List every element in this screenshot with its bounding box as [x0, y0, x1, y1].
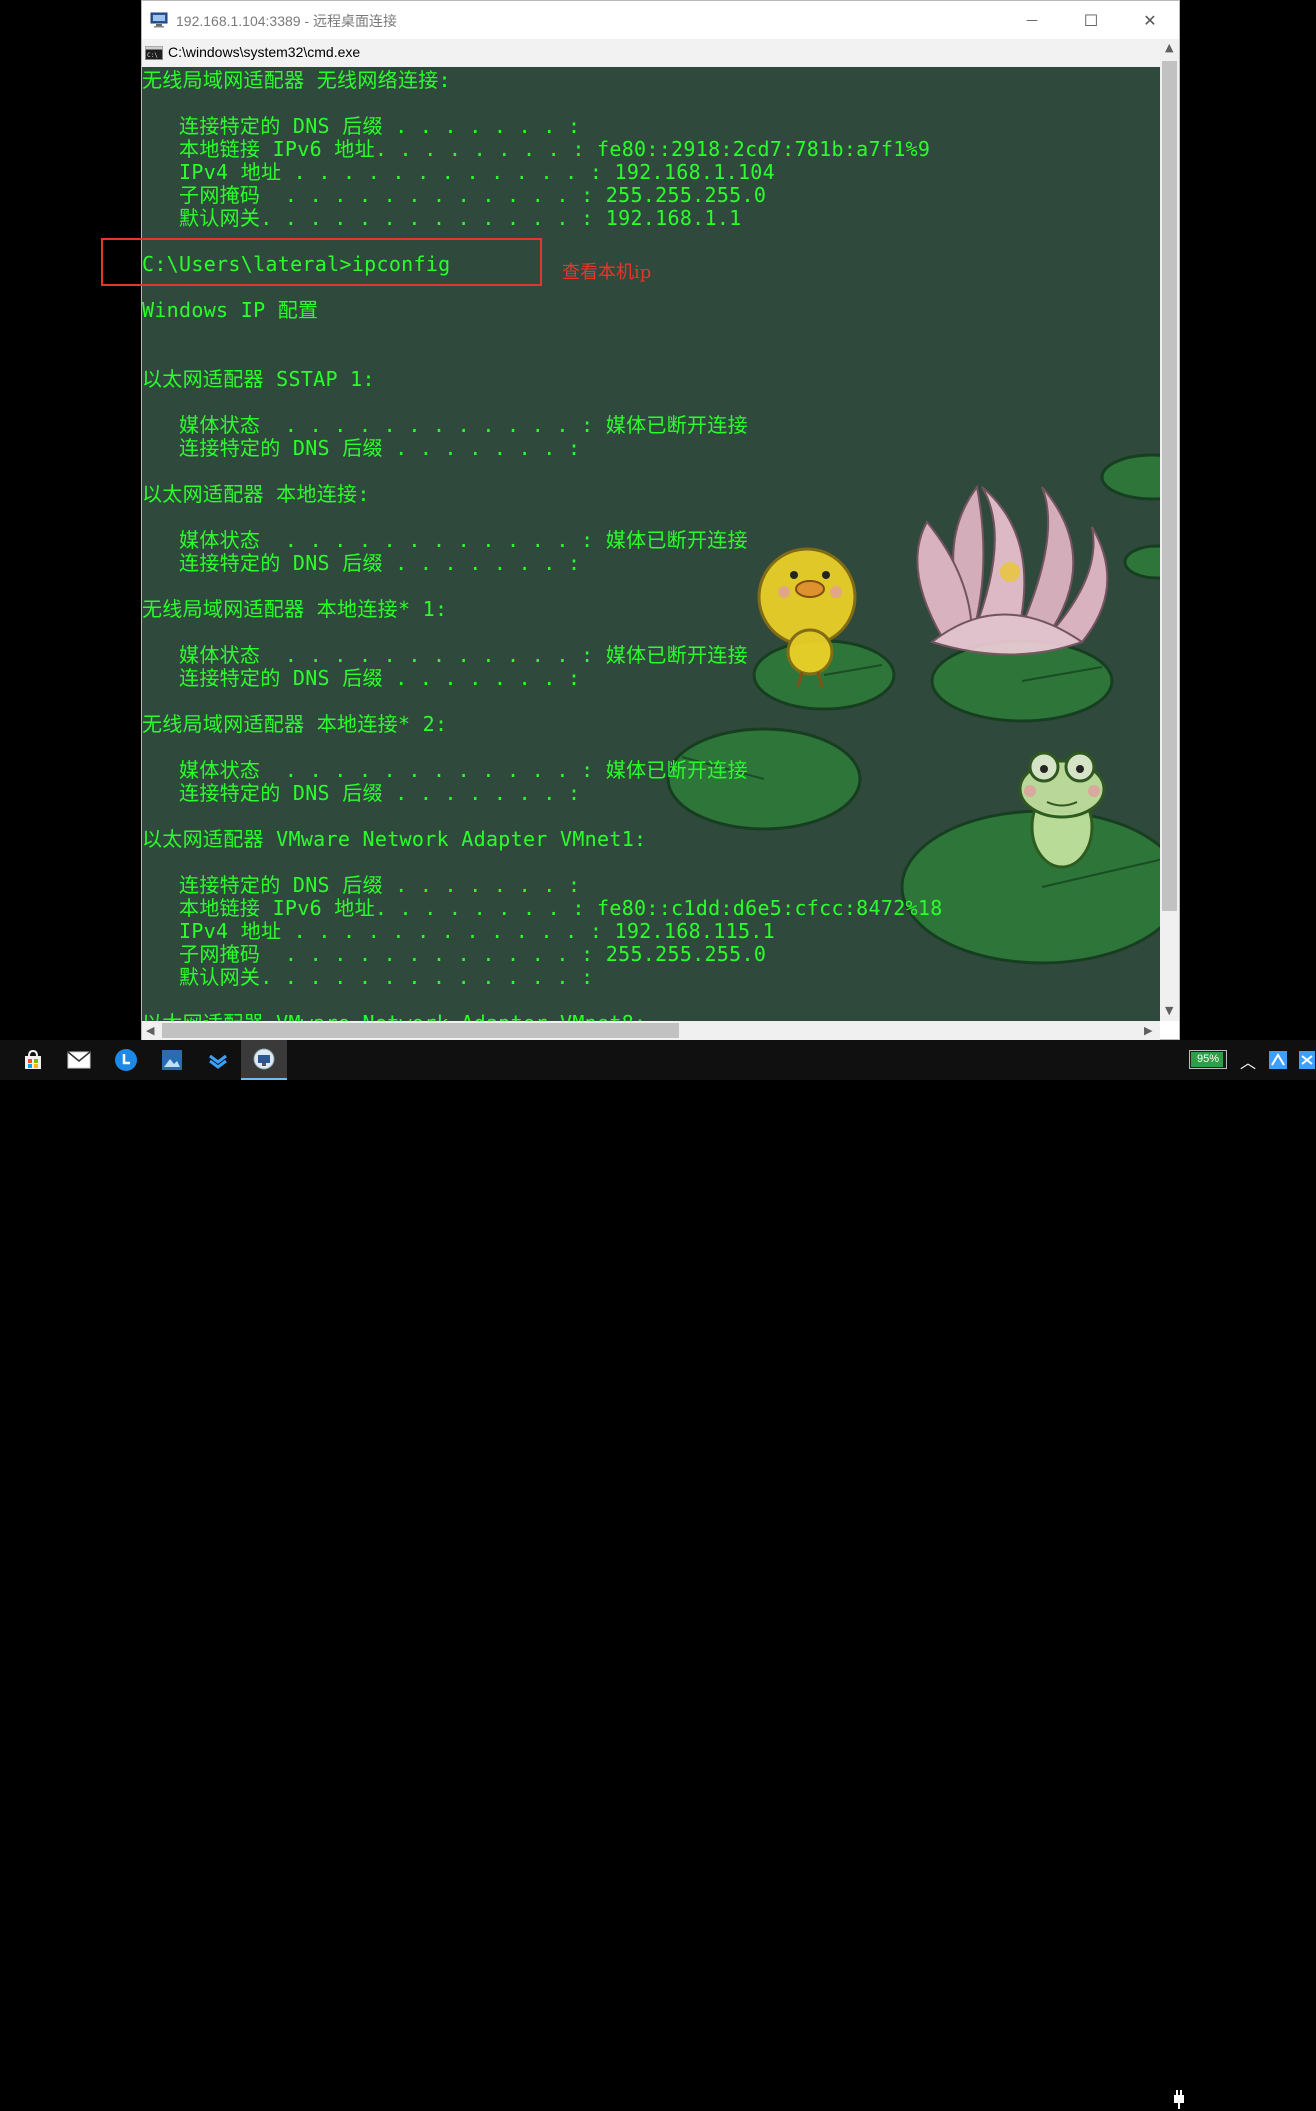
console-line: 本地链接 IPv6 地址. . . . . . . . : fe80::c1dd…	[142, 896, 943, 920]
vertical-scrollbar[interactable]: ▲ ▼	[1160, 39, 1179, 1021]
rdp-titlebar[interactable]: 192.168.1.104:3389 - 远程桌面连接 — ☐ ✕	[142, 1, 1179, 39]
remote-desktop-taskbar-button[interactable]	[241, 1040, 287, 1080]
mail-button[interactable]	[56, 1040, 102, 1080]
cmd-window-title: C:\windows\system32\cmd.exe	[168, 44, 361, 60]
battery-percent-label: 95%	[1196, 1053, 1220, 1065]
scroll-left-icon[interactable]: ◀	[146, 1024, 154, 1037]
horizontal-scrollbar[interactable]: ◀ ▶	[142, 1021, 1160, 1040]
scroll-right-icon[interactable]: ▶	[1144, 1024, 1152, 1037]
console-line: 连接特定的 DNS 后缀 . . . . . . . :	[142, 436, 581, 460]
console-line: 媒体状态 . . . . . . . . . . . . : 媒体已断开连接	[142, 413, 748, 437]
cmd-titlebar[interactable]: C:\ C:\windows\system32\cmd.exe	[142, 39, 1179, 67]
annotation-label: 查看本机ip	[562, 262, 652, 283]
remote-desktop-taskbar-icon	[253, 1048, 275, 1070]
terminal-output: 无线局域网适配器 无线网络连接: 连接特定的 DNS 后缀 . . . . . …	[142, 67, 1160, 1022]
console-line: 媒体状态 . . . . . . . . . . . . : 媒体已断开连接	[142, 758, 748, 782]
console-line: 默认网关. . . . . . . . . . . . . :	[142, 965, 594, 989]
console-line: 以太网适配器 VMware Network Adapter VMnet1:	[142, 827, 647, 851]
horizontal-scroll-thumb[interactable]	[162, 1023, 679, 1038]
console-line: 连接特定的 DNS 后缀 . . . . . . . :	[142, 666, 581, 690]
maximize-button[interactable]: ☐	[1062, 1, 1120, 39]
photo-app-button[interactable]	[149, 1040, 195, 1080]
tray-expand-icon[interactable]: ︿	[1240, 1049, 1256, 1073]
console-line: 以太网适配器 VMware Network Adapter VMnet8:	[142, 1012, 646, 1022]
console-line: 连接特定的 DNS 后缀 . . . . . . . :	[142, 551, 581, 575]
console-line: Windows IP 配置	[142, 298, 319, 322]
minimize-icon: —	[1026, 13, 1038, 27]
tray-app-icon[interactable]	[1268, 1050, 1288, 1070]
console-line: 连接特定的 DNS 后缀 . . . . . . . :	[142, 114, 581, 138]
console-line: 连接特定的 DNS 后缀 . . . . . . . :	[142, 781, 581, 805]
console-line: 以太网适配器 本地连接:	[142, 482, 370, 506]
store-button[interactable]	[10, 1040, 56, 1080]
cmd-icon: C:\	[145, 46, 163, 60]
close-icon: ✕	[1143, 10, 1157, 30]
svg-text:C:\: C:\	[147, 52, 158, 59]
console-line: 无线局域网适配器 本地连接* 1:	[142, 597, 448, 621]
console-line: 无线局域网适配器 本地连接* 2:	[142, 712, 448, 736]
download-app-icon	[209, 1054, 227, 1069]
close-button[interactable]: ✕	[1121, 1, 1179, 39]
mail-icon	[67, 1051, 91, 1069]
console-line: 子网掩码 . . . . . . . . . . . . : 255.255.2…	[142, 183, 767, 207]
console-line: 媒体状态 . . . . . . . . . . . . : 媒体已断开连接	[142, 528, 748, 552]
console-line: IPv4 地址 . . . . . . . . . . . . : 192.16…	[142, 919, 775, 943]
clock-app-button[interactable]	[103, 1040, 149, 1080]
console-line: 无线局域网适配器 无线网络连接:	[142, 68, 451, 92]
console-line: 以太网适配器 SSTAP 1:	[142, 367, 375, 391]
battery-indicator[interactable]: 95%	[1189, 1050, 1227, 1069]
remote-desktop-window: 192.168.1.104:3389 - 远程桌面连接 — ☐ ✕ C:\ C:…	[141, 0, 1180, 1040]
remote-desktop-icon	[150, 12, 168, 28]
minimize-button[interactable]: —	[1003, 1, 1061, 39]
console-line: 默认网关. . . . . . . . . . . . . : 192.168.…	[142, 206, 742, 230]
vertical-scroll-thumb[interactable]	[1162, 61, 1177, 911]
console-area[interactable]: 无线局域网适配器 无线网络连接: 连接特定的 DNS 后缀 . . . . . …	[142, 67, 1160, 1021]
download-app-button[interactable]	[195, 1040, 241, 1080]
annotation-highlight-box	[101, 238, 542, 286]
clock-app-icon	[115, 1049, 137, 1071]
console-line: IPv4 地址 . . . . . . . . . . . . : 192.16…	[142, 160, 775, 184]
rdp-window-title: 192.168.1.104:3389 - 远程桌面连接	[176, 13, 398, 29]
tray-app-icon-2[interactable]	[1298, 1050, 1316, 1070]
scroll-up-icon[interactable]: ▲	[1165, 41, 1173, 54]
maximize-icon: ☐	[1083, 10, 1099, 30]
console-line: 本地链接 IPv6 地址. . . . . . . . : fe80::2918…	[142, 137, 931, 161]
scroll-down-icon[interactable]: ▼	[1165, 1004, 1173, 1017]
console-line: 子网掩码 . . . . . . . . . . . . : 255.255.2…	[142, 942, 767, 966]
taskbar	[0, 1040, 1316, 2109]
console-line: 媒体状态 . . . . . . . . . . . . : 媒体已断开连接	[142, 643, 748, 667]
console-line: 连接特定的 DNS 后缀 . . . . . . . :	[142, 873, 581, 897]
store-icon	[25, 1049, 41, 1069]
photo-app-icon	[162, 1050, 182, 1070]
power-plug-icon[interactable]	[1172, 2089, 1186, 2111]
